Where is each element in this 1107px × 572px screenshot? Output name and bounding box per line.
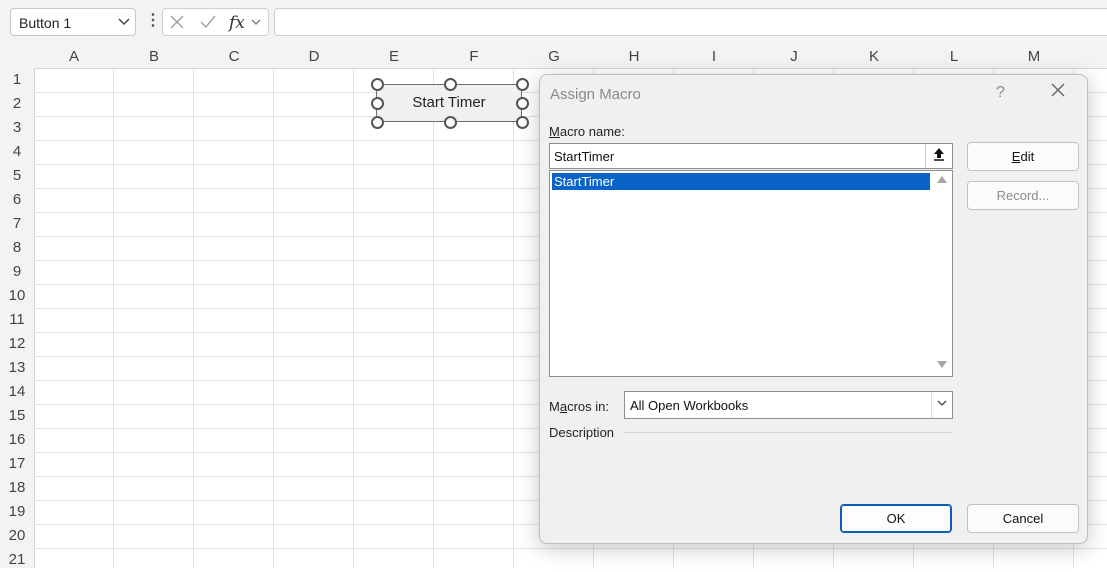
scroll-up-icon[interactable] — [937, 176, 947, 183]
row-header-20[interactable]: 20 — [0, 524, 34, 548]
column-header-d[interactable]: D — [274, 44, 354, 68]
macro-name-label: Macro name: — [549, 124, 625, 139]
resize-handle-top-left[interactable] — [371, 78, 384, 91]
macro-list-item[interactable]: StartTimer — [552, 173, 930, 190]
description-label: Description — [549, 425, 615, 440]
row-header-12[interactable]: 12 — [0, 332, 34, 356]
column-header-g[interactable]: G — [514, 44, 594, 68]
macro-list[interactable]: StartTimer — [549, 170, 953, 377]
macro-name-input[interactable]: StartTimer — [549, 143, 953, 169]
help-icon[interactable]: ? — [996, 84, 1005, 102]
row-header-16[interactable]: 16 — [0, 428, 34, 452]
formula-input[interactable] — [274, 8, 1107, 36]
resize-handle-bottom-right[interactable] — [516, 116, 529, 129]
column-header-k[interactable]: K — [834, 44, 914, 68]
column-header-i[interactable]: I — [674, 44, 754, 68]
resize-handle-left[interactable] — [371, 97, 384, 110]
row-header-2[interactable]: 2 — [0, 92, 34, 116]
list-scrollbar[interactable] — [932, 171, 952, 376]
row-header-13[interactable]: 13 — [0, 356, 34, 380]
more-options-icon[interactable]: ⋮ — [145, 10, 161, 30]
resize-handle-top[interactable] — [444, 78, 457, 91]
resize-handle-bottom-left[interactable] — [371, 116, 384, 129]
macros-in-value: All Open Workbooks — [630, 398, 749, 413]
resize-handle-right[interactable] — [516, 97, 529, 110]
row-header-9[interactable]: 9 — [0, 260, 34, 284]
macros-in-label-text: cros in: — [567, 399, 609, 414]
row-header-21[interactable]: 21 — [0, 548, 34, 572]
description-divider — [623, 432, 953, 433]
column-header-m[interactable]: M — [994, 44, 1074, 68]
close-icon[interactable] — [1050, 81, 1066, 103]
column-header-a[interactable]: A — [34, 44, 114, 68]
chevron-down-icon[interactable] — [251, 16, 261, 31]
macros-in-label: Macros in: — [549, 399, 609, 414]
edit-button[interactable]: Edit — [967, 142, 1079, 171]
row-header-5[interactable]: 5 — [0, 164, 34, 188]
row-header-10[interactable]: 10 — [0, 284, 34, 308]
row-header-3[interactable]: 3 — [0, 116, 34, 140]
column-headers: A B C D E F G H I J K L M — [0, 44, 1107, 69]
access-key: a — [559, 399, 568, 414]
macros-in-label-first: M — [549, 399, 560, 414]
name-box[interactable]: Button 1 — [10, 8, 136, 36]
row-header-18[interactable]: 18 — [0, 476, 34, 500]
macro-name-label-text: acro name: — [559, 124, 625, 139]
scroll-down-icon[interactable] — [937, 361, 947, 368]
row-header-19[interactable]: 19 — [0, 500, 34, 524]
resize-handle-bottom[interactable] — [444, 116, 457, 129]
form-button-label: Start Timer — [412, 94, 486, 111]
row-header-8[interactable]: 8 — [0, 236, 34, 260]
edit-button-label: dit — [1020, 149, 1035, 164]
column-header-h[interactable]: H — [594, 44, 674, 68]
confirm-entry-icon[interactable] — [199, 13, 217, 36]
cancel-entry-icon[interactable] — [169, 13, 185, 36]
row-header-1[interactable]: 1 — [0, 68, 34, 92]
row-header-17[interactable]: 17 — [0, 452, 34, 476]
collapse-dialog-icon[interactable] — [925, 144, 952, 168]
access-key: M — [549, 124, 560, 139]
column-header-c[interactable]: C — [194, 44, 274, 68]
dialog-title: Assign Macro — [550, 86, 641, 103]
column-header-f[interactable]: F — [434, 44, 514, 68]
column-header-e[interactable]: E — [354, 44, 434, 68]
record-button[interactable]: Record... — [967, 181, 1079, 210]
formula-bar: Button 1 ⋮ fx — [0, 0, 1107, 44]
cancel-button[interactable]: Cancel — [967, 504, 1079, 533]
column-header-j[interactable]: J — [754, 44, 834, 68]
insert-function-icon[interactable]: fx — [229, 13, 245, 33]
chevron-down-icon[interactable] — [931, 392, 952, 418]
chevron-down-icon[interactable] — [118, 14, 130, 31]
formula-buttons: fx — [162, 8, 269, 36]
ok-button[interactable]: OK — [840, 504, 952, 533]
assign-macro-dialog: Assign Macro ? Macro name: StartTimer St… — [539, 74, 1088, 544]
macros-in-select[interactable]: All Open Workbooks — [624, 391, 953, 419]
name-box-value: Button 1 — [19, 15, 72, 31]
column-header-b[interactable]: B — [114, 44, 194, 68]
row-header-4[interactable]: 4 — [0, 140, 34, 164]
row-header-11[interactable]: 11 — [0, 308, 34, 332]
row-header-14[interactable]: 14 — [0, 380, 34, 404]
column-header-l[interactable]: L — [914, 44, 994, 68]
row-header-6[interactable]: 6 — [0, 188, 34, 212]
row-headers: 1 2 3 4 5 6 7 8 9 10 11 12 13 14 15 16 1… — [0, 68, 35, 568]
macro-name-value: StartTimer — [554, 149, 615, 164]
row-header-15[interactable]: 15 — [0, 404, 34, 428]
row-header-7[interactable]: 7 — [0, 212, 34, 236]
resize-handle-top-right[interactable] — [516, 78, 529, 91]
